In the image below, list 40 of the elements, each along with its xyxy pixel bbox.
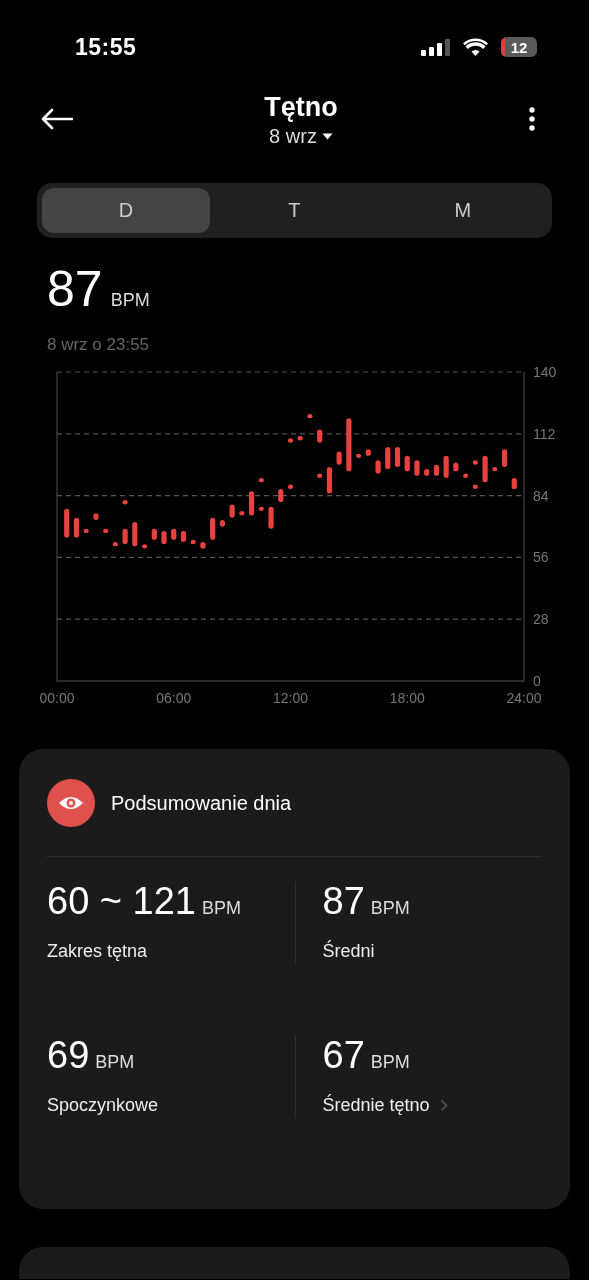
x-axis-label: 12:00 — [273, 690, 308, 706]
caret-icon — [321, 132, 333, 140]
x-axis-label: 18:00 — [389, 690, 425, 706]
stat-label: Zakres tętna — [47, 941, 149, 962]
unit-label: BPM — [110, 290, 150, 311]
stat-value: 60 ~ 121 — [47, 881, 196, 921]
period-tab[interactable]: D — [42, 188, 210, 233]
y-axis-label: 28 — [533, 611, 549, 628]
signal-icon — [421, 38, 450, 56]
timestamp: 8 wrz o 23:55 — [47, 335, 151, 355]
unit-label: BPM — [95, 1052, 135, 1073]
x-axis-label: 24:00 — [506, 690, 542, 706]
stat-label: Spoczynkowe — [47, 1095, 160, 1116]
y-axis-label: 84 — [533, 487, 549, 504]
back-arrow-icon[interactable] — [41, 108, 73, 130]
battery-indicator: 12 — [501, 37, 537, 57]
period-tab[interactable]: T — [210, 188, 379, 233]
unit-label: BPM — [202, 898, 241, 919]
unit-label: BPM — [370, 1052, 410, 1073]
y-axis-label: 56 — [533, 549, 549, 566]
current-value: 87 — [47, 262, 103, 316]
stat-value: 87 — [322, 881, 365, 921]
y-axis-label: 0 — [533, 673, 541, 689]
eye-icon — [47, 779, 95, 827]
more-menu-icon[interactable] — [529, 107, 535, 131]
stat-value: 69 — [47, 1035, 90, 1075]
status-time: 15:55 — [75, 33, 137, 61]
y-axis-label: 140 — [533, 364, 557, 380]
card-title: Podsumowanie dnia — [111, 791, 292, 815]
period-tab[interactable]: M — [378, 188, 547, 233]
stat-label: Średni — [322, 941, 376, 962]
date-picker[interactable]: 8 wrz — [269, 124, 333, 148]
unit-label: BPM — [370, 898, 410, 919]
y-axis-label: 112 — [533, 425, 556, 442]
page-title: Tętno — [264, 90, 338, 123]
wifi-icon — [463, 38, 488, 56]
stat-value: 67 — [322, 1035, 365, 1075]
x-axis-label: 00:00 — [39, 690, 75, 706]
x-axis-label: 06:00 — [156, 690, 192, 706]
stat-link[interactable]: Średnie tętno — [322, 1095, 448, 1116]
